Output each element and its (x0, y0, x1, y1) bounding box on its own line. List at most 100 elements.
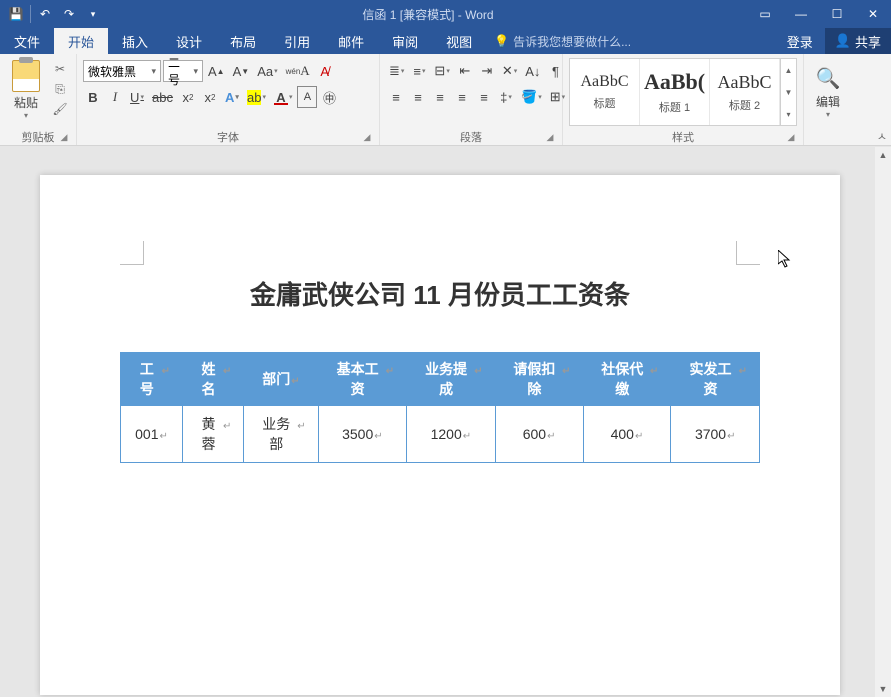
cell-leave[interactable]: 600 (523, 426, 546, 442)
sort-icon[interactable]: A↓ (522, 60, 543, 82)
font-color-icon[interactable]: A▾ (271, 86, 296, 108)
tab-file[interactable]: 文件 (0, 28, 54, 54)
window-controls: ▭ — ☐ ✕ (747, 0, 891, 28)
align-left-icon[interactable]: ≡ (386, 86, 406, 108)
cut-icon[interactable]: ✂ (50, 60, 70, 78)
style-heading1[interactable]: AaBb( 标题 1 (640, 59, 710, 125)
clear-formatting-icon[interactable]: A̸ (315, 60, 335, 82)
underline-button[interactable]: U▾ (127, 86, 147, 108)
cell-base[interactable]: 3500 (342, 426, 373, 442)
gallery-scroll-down[interactable]: ▼ (781, 81, 796, 103)
style-title[interactable]: AaBbC 标题 (570, 59, 640, 125)
vertical-scrollbar[interactable]: ▲ ▼ (875, 147, 891, 697)
document-title[interactable]: 金庸武侠公司 11 月份员工工资条 (120, 275, 760, 312)
highlight-icon[interactable]: ab▾ (244, 86, 269, 108)
undo-icon[interactable]: ↶ (33, 2, 57, 26)
font-dialog-launcher[interactable]: ◢ (361, 132, 373, 144)
superscript-button[interactable]: x2 (200, 86, 220, 108)
align-center-icon[interactable]: ≡ (408, 86, 428, 108)
save-icon[interactable]: 💾 (4, 2, 28, 26)
document-area[interactable]: 金庸武侠公司 11 月份员工工资条 工号↵ 姓名↵ 部门↵ 基本工资↵ 业务提成… (0, 147, 875, 697)
font-name-combo[interactable]: 微软雅黑 (83, 60, 161, 82)
phonetic-guide-icon[interactable]: wénA (283, 60, 313, 82)
scroll-up-icon[interactable]: ▲ (875, 147, 891, 163)
qat-customize-icon[interactable]: ▾ (81, 2, 105, 26)
tab-layout[interactable]: 布局 (216, 28, 270, 54)
share-button[interactable]: 👤 共享 (825, 28, 891, 54)
tab-design[interactable]: 设计 (162, 28, 216, 54)
tab-view[interactable]: 视图 (432, 28, 486, 54)
tab-mailings[interactable]: 邮件 (324, 28, 378, 54)
window-title: 信函 1 [兼容模式] - Word (109, 6, 747, 23)
font-size-combo[interactable]: 二号 (163, 60, 203, 82)
enclose-characters-icon[interactable]: ㊥ (319, 86, 339, 108)
find-button[interactable]: 🔍 编辑 ▾ (810, 66, 846, 119)
scroll-down-icon[interactable]: ▼ (875, 681, 891, 697)
payroll-table[interactable]: 工号↵ 姓名↵ 部门↵ 基本工资↵ 业务提成↵ 请假扣除↵ 社保代缴↵ 实发工资… (120, 352, 760, 463)
italic-button[interactable]: I (105, 86, 125, 108)
increase-indent-icon[interactable]: ⇥ (477, 60, 497, 82)
group-editing: 🔍 编辑 ▾ (804, 54, 852, 145)
th-dept: 部门↵ (244, 353, 318, 406)
login-link[interactable]: 登录 (775, 28, 825, 54)
styles-dialog-launcher[interactable]: ◢ (785, 132, 797, 144)
tab-home[interactable]: 开始 (54, 28, 108, 54)
th-id: 工号↵ (121, 353, 183, 406)
shading-icon[interactable]: 🪣▾ (518, 86, 545, 108)
cell-name[interactable]: 黄蓉 (195, 414, 222, 454)
style-heading2[interactable]: AaBbC 标题 2 (710, 59, 780, 125)
styles-group-label: 样式 (672, 129, 694, 145)
cell-commission[interactable]: 1200 (431, 426, 462, 442)
tab-insert[interactable]: 插入 (108, 28, 162, 54)
decrease-indent-icon[interactable]: ⇤ (455, 60, 475, 82)
document-content[interactable]: 金庸武侠公司 11 月份员工工资条 工号↵ 姓名↵ 部门↵ 基本工资↵ 业务提成… (40, 175, 840, 463)
align-right-icon[interactable]: ≡ (430, 86, 450, 108)
group-font: 微软雅黑 二号 A▲ A▼ Aa▾ wénA A̸ B I U▾ abc x2 … (77, 54, 380, 145)
change-case-icon[interactable]: Aa▾ (254, 60, 280, 82)
margin-marker-tl (120, 241, 144, 265)
th-name: 姓名↵ (183, 353, 244, 406)
bullets-icon[interactable]: ≣▾ (386, 60, 407, 82)
line-spacing-icon[interactable]: ‡▾ (496, 86, 516, 108)
style-gallery: AaBbC 标题 AaBb( 标题 1 AaBbC 标题 2 ▲ ▼ ▾ (569, 58, 797, 126)
share-label: 共享 (855, 32, 881, 51)
table-row[interactable]: 001↵ 黄蓉↵ 业务部↵ 3500↵ 1200↵ 600↵ 400↵ 3700… (121, 406, 760, 463)
ribbon-display-icon[interactable]: ▭ (747, 0, 783, 28)
strikethrough-button[interactable]: abc (149, 86, 176, 108)
grow-font-icon[interactable]: A▲ (205, 60, 228, 82)
paragraph-dialog-launcher[interactable]: ◢ (544, 132, 556, 144)
copy-icon[interactable]: ⎘ (50, 80, 70, 98)
collapse-ribbon-icon[interactable]: ㅅ (877, 128, 887, 144)
maximize-icon[interactable]: ☐ (819, 0, 855, 28)
distributed-icon[interactable]: ≡ (474, 86, 494, 108)
subscript-button[interactable]: x2 (178, 86, 198, 108)
cell-dept[interactable]: 业务部 (256, 414, 296, 454)
cell-net[interactable]: 3700 (695, 426, 726, 442)
th-leave: 请假扣除↵ (495, 353, 583, 406)
cell-id[interactable]: 001 (135, 426, 158, 442)
page[interactable]: 金庸武侠公司 11 月份员工工资条 工号↵ 姓名↵ 部门↵ 基本工资↵ 业务提成… (40, 175, 840, 695)
asian-layout-icon[interactable]: ✕▾ (499, 60, 520, 82)
text-effects-icon[interactable]: A▾ (222, 86, 242, 108)
scroll-track[interactable] (875, 163, 891, 681)
minimize-icon[interactable]: — (783, 0, 819, 28)
shrink-font-icon[interactable]: A▼ (230, 60, 253, 82)
bold-button[interactable]: B (83, 86, 103, 108)
clipboard-dialog-launcher[interactable]: ◢ (58, 132, 70, 144)
character-border-icon[interactable]: A (297, 86, 317, 108)
gallery-expand[interactable]: ▾ (781, 103, 796, 125)
tab-review[interactable]: 审阅 (378, 28, 432, 54)
paste-button[interactable]: 粘贴 ▾ (6, 56, 46, 120)
title-bar: 💾 ↶ ↷ ▾ 信函 1 [兼容模式] - Word ▭ — ☐ ✕ (0, 0, 891, 28)
tell-me-search[interactable]: 💡 告诉我您想要做什么... (486, 28, 631, 54)
format-painter-icon[interactable]: 🖌 (50, 100, 70, 118)
multilevel-list-icon[interactable]: ⊟▾ (431, 60, 452, 82)
numbering-icon[interactable]: ≡▾ (409, 60, 429, 82)
justify-icon[interactable]: ≡ (452, 86, 472, 108)
group-paragraph: ≣▾ ≡▾ ⊟▾ ⇤ ⇥ ✕▾ A↓ ¶ ≡ ≡ ≡ ≡ ≡ ‡▾ 🪣▾ ⊞▾ … (380, 54, 563, 145)
gallery-scroll-up[interactable]: ▲ (781, 59, 796, 81)
close-icon[interactable]: ✕ (855, 0, 891, 28)
cell-insurance[interactable]: 400 (611, 426, 634, 442)
redo-icon[interactable]: ↷ (57, 2, 81, 26)
tab-references[interactable]: 引用 (270, 28, 324, 54)
